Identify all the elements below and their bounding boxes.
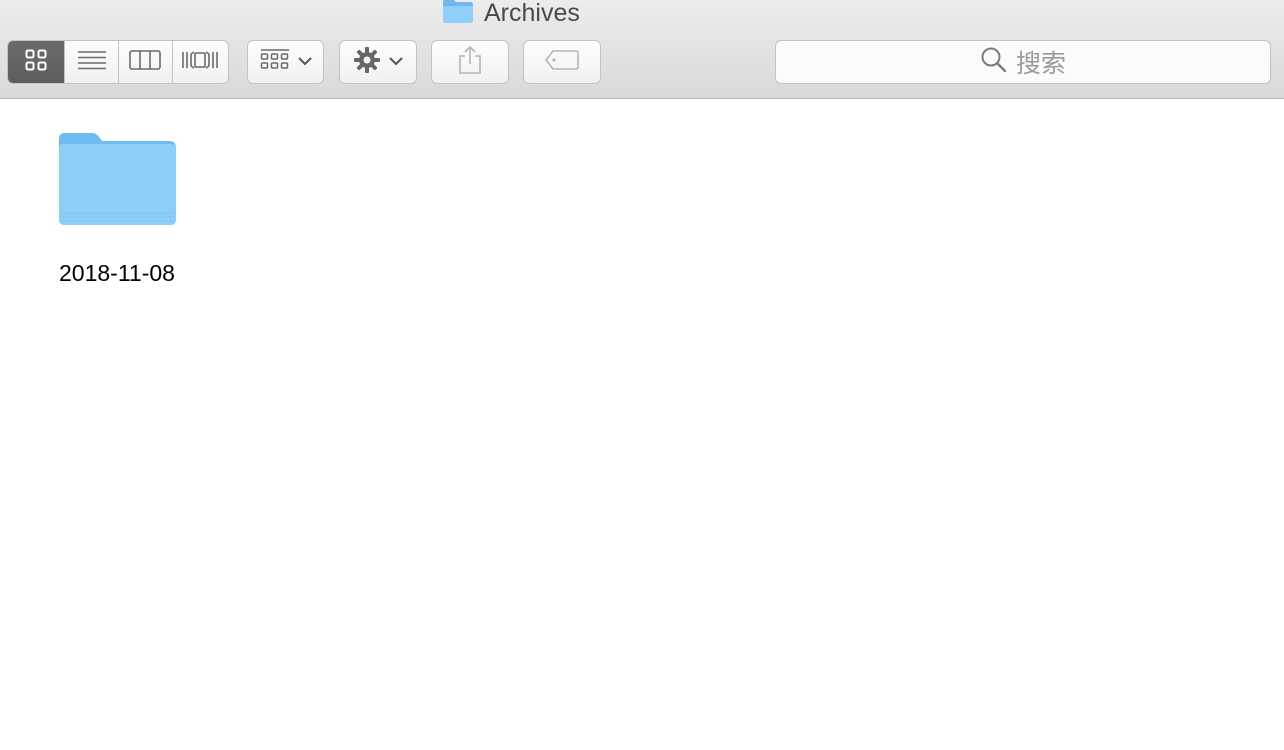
list-view-icon — [77, 49, 107, 76]
tag-button[interactable] — [523, 40, 601, 84]
tag-icon — [544, 49, 580, 76]
window-title: Archives — [442, 0, 580, 26]
gear-icon — [353, 46, 381, 79]
folder-icon — [442, 0, 474, 29]
view-mode-selector — [7, 40, 229, 84]
chevron-down-icon — [389, 53, 403, 71]
folder-icon — [56, 129, 178, 232]
share-icon — [457, 45, 483, 80]
column-view-button[interactable] — [119, 41, 173, 83]
coverflow-view-icon — [181, 49, 219, 76]
chevron-down-icon — [297, 53, 312, 71]
column-view-icon — [129, 49, 162, 76]
list-view-button[interactable] — [65, 41, 119, 83]
share-button[interactable] — [431, 40, 509, 84]
search-icon — [980, 46, 1008, 79]
search-field[interactable]: 搜索 — [775, 40, 1271, 84]
file-browser-content: 2018-11-08 — [0, 99, 1284, 750]
search-placeholder: 搜索 — [1015, 49, 1066, 78]
icon-view-icon — [25, 49, 47, 76]
finder-window: Archives 搜索 2018-11-08 — [0, 0, 1284, 750]
action-menu-button[interactable] — [339, 40, 417, 84]
group-by-icon — [260, 48, 290, 77]
group-by-button[interactable] — [247, 40, 324, 84]
coverflow-view-button[interactable] — [173, 41, 228, 83]
window-title-text: Archives — [484, 0, 580, 27]
folder-label: 2018-11-08 — [59, 260, 175, 286]
icon-view-button[interactable] — [8, 41, 66, 83]
folder-item[interactable]: 2018-11-08 — [40, 129, 194, 287]
toolbar: Archives 搜索 — [0, 0, 1284, 99]
